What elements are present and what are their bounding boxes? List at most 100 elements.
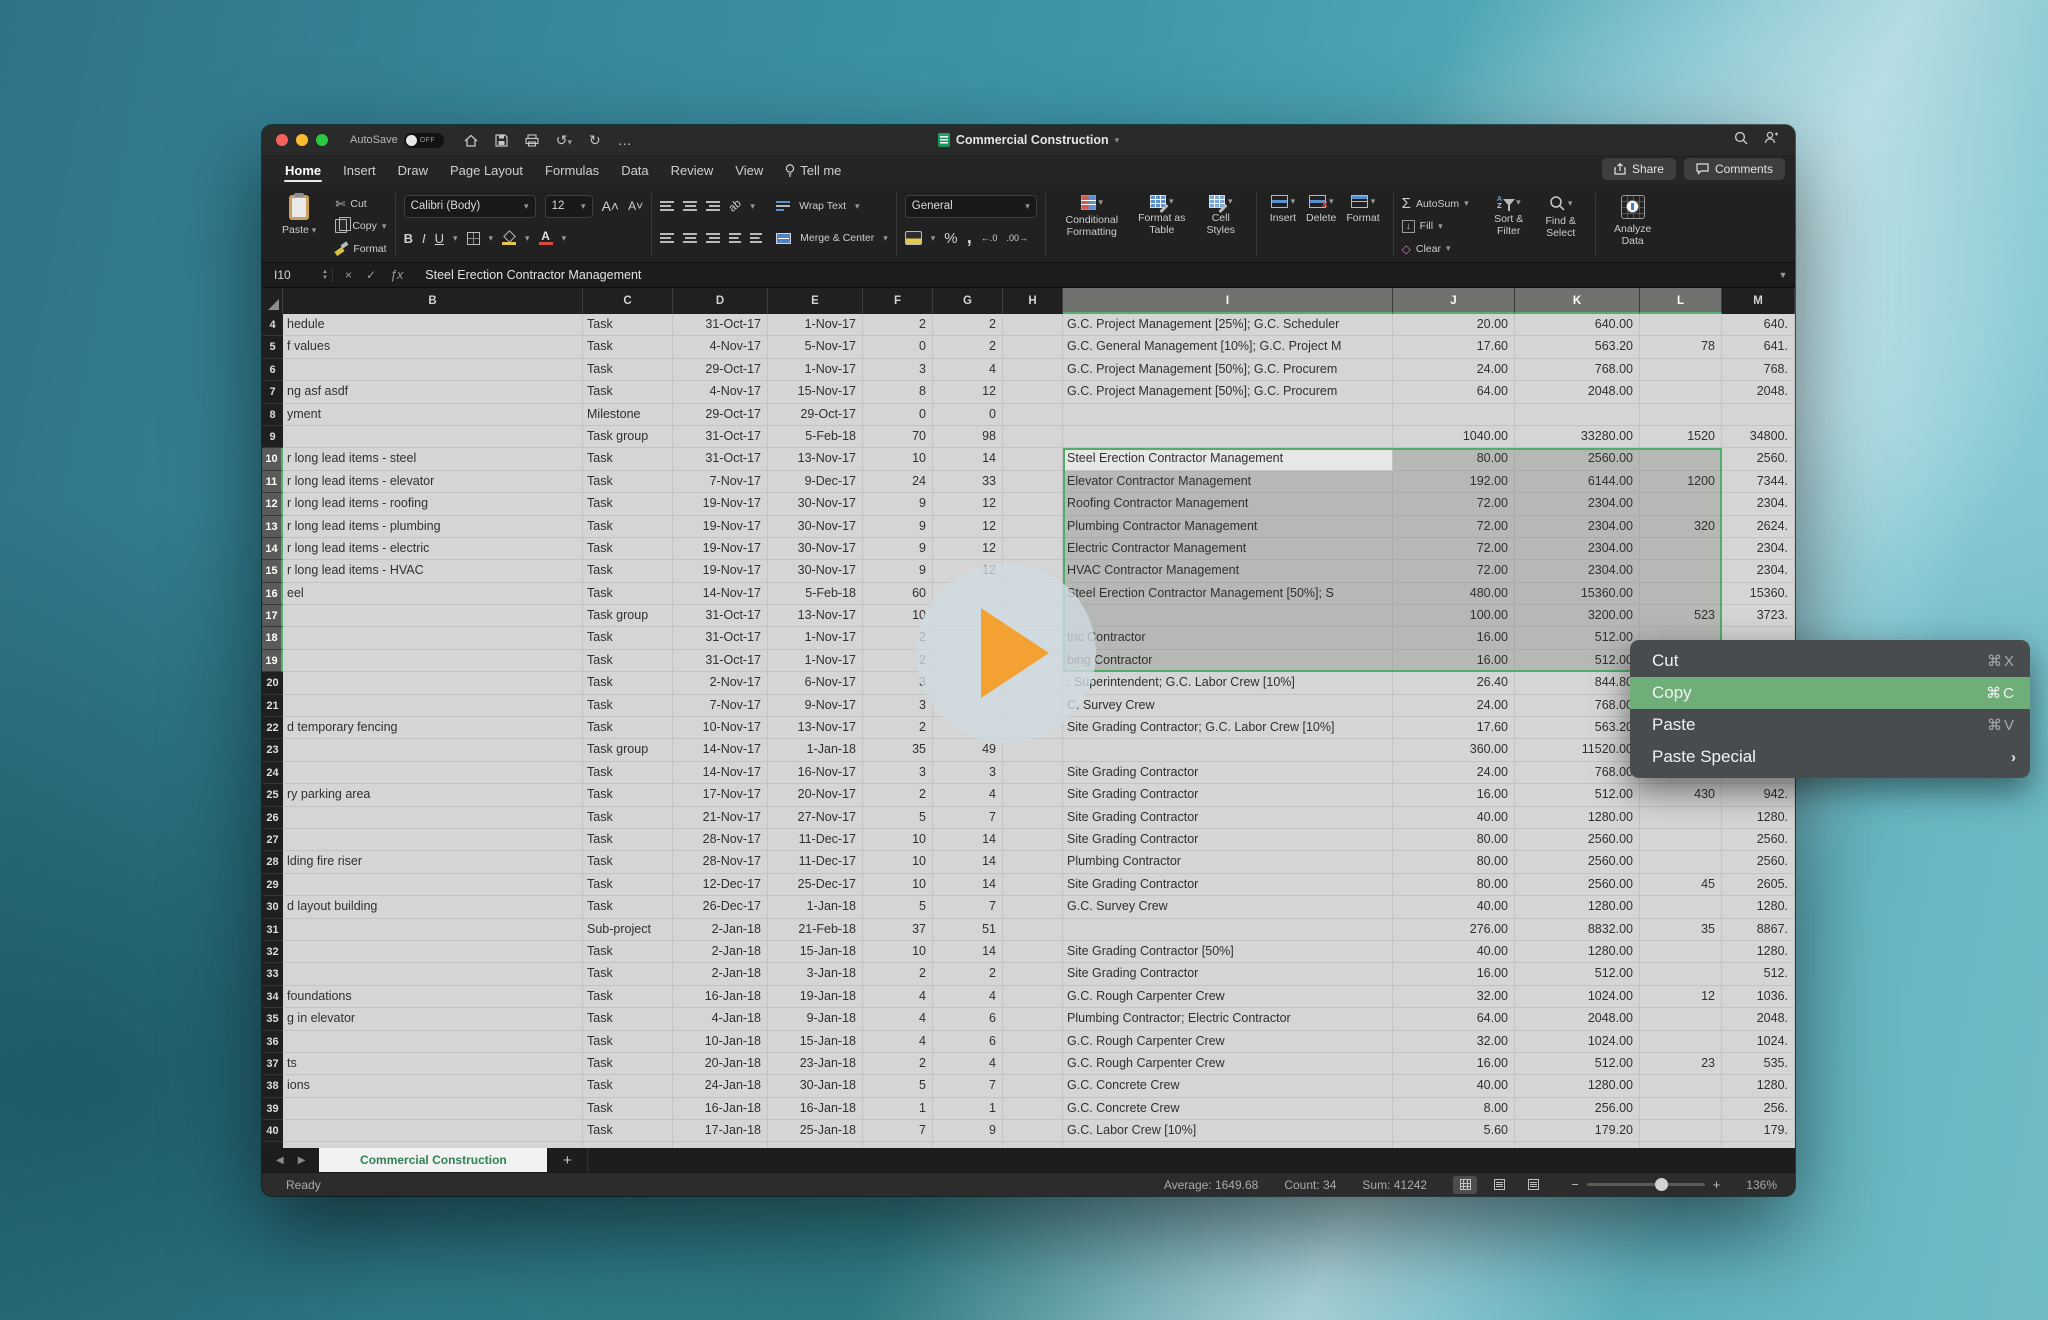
cell-K10[interactable]: 2560.00: [1515, 448, 1640, 470]
row-header-12[interactable]: 12: [262, 493, 283, 515]
cell-E6[interactable]: 1-Nov-17: [768, 359, 863, 381]
cell-K17[interactable]: 3200.00: [1515, 605, 1640, 627]
cell-G6[interactable]: 4: [933, 359, 1003, 381]
cell-H25[interactable]: [1003, 784, 1063, 806]
cell-C29[interactable]: Task: [583, 874, 673, 896]
cell-D17[interactable]: 31-Oct-17: [673, 605, 768, 627]
cell-M36[interactable]: 1024.: [1722, 1031, 1795, 1053]
row-header-35[interactable]: 35: [262, 1008, 283, 1030]
prev-sheet-icon[interactable]: ◀: [276, 1155, 284, 1166]
cell-M30[interactable]: 1280.: [1722, 896, 1795, 918]
cell-C24[interactable]: Task: [583, 762, 673, 784]
autosave-toggle[interactable]: OFF: [404, 133, 444, 148]
tab-review[interactable]: Review: [660, 157, 725, 185]
cell-B6[interactable]: [283, 359, 583, 381]
cell-F35[interactable]: 4: [863, 1008, 933, 1030]
cell-L15[interactable]: [1640, 560, 1722, 582]
cell-C17[interactable]: Task group: [583, 605, 673, 627]
column-header-L[interactable]: L: [1640, 288, 1722, 314]
cell-K28[interactable]: 2560.00: [1515, 851, 1640, 873]
cell-K15[interactable]: 2304.00: [1515, 560, 1640, 582]
column-header-B[interactable]: B: [283, 288, 583, 314]
cell-I28[interactable]: Plumbing Contractor: [1063, 851, 1393, 873]
cell-M33[interactable]: 512.: [1722, 963, 1795, 985]
cell-K6[interactable]: 768.00: [1515, 359, 1640, 381]
cell-K19[interactable]: 512.00: [1515, 650, 1640, 672]
minimize-window-button[interactable]: [296, 134, 308, 146]
cut-button[interactable]: ✄Cut: [335, 194, 386, 213]
cell-L38[interactable]: [1640, 1075, 1722, 1097]
cell-E15[interactable]: 30-Nov-17: [768, 560, 863, 582]
cell-D10[interactable]: 31-Oct-17: [673, 448, 768, 470]
cell-D36[interactable]: 10-Jan-18: [673, 1031, 768, 1053]
cell-K40[interactable]: 179.20: [1515, 1120, 1640, 1142]
column-header-G[interactable]: G: [933, 288, 1003, 314]
row-header-4[interactable]: 4: [262, 314, 283, 336]
cell-I21[interactable]: C. Survey Crew: [1063, 695, 1393, 717]
cell-H33[interactable]: [1003, 963, 1063, 985]
row-header-36[interactable]: 36: [262, 1031, 283, 1053]
row-header-17[interactable]: 17: [262, 605, 283, 627]
cell-J28[interactable]: 80.00: [1393, 851, 1515, 873]
cell-J8[interactable]: [1393, 404, 1515, 426]
cell-D33[interactable]: 2-Jan-18: [673, 963, 768, 985]
analyze-data-button[interactable]: Analyze Data: [1604, 193, 1662, 249]
cell-J40[interactable]: 5.60: [1393, 1120, 1515, 1142]
column-header-E[interactable]: E: [768, 288, 863, 314]
cell-K24[interactable]: 768.00: [1515, 762, 1640, 784]
cell-C28[interactable]: Task: [583, 851, 673, 873]
cell-I32[interactable]: Site Grading Contractor [50%]: [1063, 941, 1393, 963]
column-header-K[interactable]: K: [1515, 288, 1640, 314]
cell-B35[interactable]: g in elevator: [283, 1008, 583, 1030]
cell-G10[interactable]: 14: [933, 448, 1003, 470]
cell-L7[interactable]: [1640, 381, 1722, 403]
cell-M32[interactable]: 1280.: [1722, 941, 1795, 963]
cell-G13[interactable]: 12: [933, 516, 1003, 538]
cell-M26[interactable]: 1280.: [1722, 807, 1795, 829]
cell-M6[interactable]: 768.: [1722, 359, 1795, 381]
share-button[interactable]: Share: [1602, 158, 1676, 180]
cell-E8[interactable]: 29-Oct-17: [768, 404, 863, 426]
conditional-formatting-button[interactable]: ▾ Conditional Formatting: [1054, 193, 1130, 240]
cell-C6[interactable]: Task: [583, 359, 673, 381]
cell-G8[interactable]: 0: [933, 404, 1003, 426]
cell-M34[interactable]: 1036.: [1722, 986, 1795, 1008]
cell-F25[interactable]: 2: [863, 784, 933, 806]
cell-B5[interactable]: f values: [283, 336, 583, 358]
cell-K35[interactable]: 2048.00: [1515, 1008, 1640, 1030]
cell-L26[interactable]: [1640, 807, 1722, 829]
cell-D11[interactable]: 7-Nov-17: [673, 471, 768, 493]
cell-I36[interactable]: G.C. Rough Carpenter Crew: [1063, 1031, 1393, 1053]
cell-E14[interactable]: 30-Nov-17: [768, 538, 863, 560]
cell-J18[interactable]: 16.00: [1393, 627, 1515, 649]
search-icon[interactable]: [1734, 131, 1748, 150]
cell-L6[interactable]: [1640, 359, 1722, 381]
cell-B37[interactable]: ts: [283, 1053, 583, 1075]
cell-I11[interactable]: Elevator Contractor Management: [1063, 471, 1393, 493]
italic-button[interactable]: I: [422, 231, 426, 246]
fill-color-icon[interactable]: [502, 232, 516, 245]
cell-G39[interactable]: 1: [933, 1098, 1003, 1120]
cell-B13[interactable]: r long lead items - plumbing: [283, 516, 583, 538]
cell-G12[interactable]: 12: [933, 493, 1003, 515]
cell-J27[interactable]: 80.00: [1393, 829, 1515, 851]
cell-E7[interactable]: 15-Nov-17: [768, 381, 863, 403]
cell-F24[interactable]: 3: [863, 762, 933, 784]
cell-L9[interactable]: 1520: [1640, 426, 1722, 448]
cell-H10[interactable]: [1003, 448, 1063, 470]
cell-G23[interactable]: 49: [933, 739, 1003, 761]
cell-M35[interactable]: 2048.: [1722, 1008, 1795, 1030]
row-header-7[interactable]: 7: [262, 381, 283, 403]
cell-M8[interactable]: [1722, 404, 1795, 426]
cell-D16[interactable]: 14-Nov-17: [673, 583, 768, 605]
cell-F11[interactable]: 24: [863, 471, 933, 493]
cell-B30[interactable]: d layout building: [283, 896, 583, 918]
cell-D5[interactable]: 4-Nov-17: [673, 336, 768, 358]
row-header-34[interactable]: 34: [262, 986, 283, 1008]
cell-J24[interactable]: 24.00: [1393, 762, 1515, 784]
cell-M7[interactable]: 2048.: [1722, 381, 1795, 403]
cell-B24[interactable]: [283, 762, 583, 784]
align-top-icon[interactable]: [660, 201, 674, 211]
cell-H32[interactable]: [1003, 941, 1063, 963]
cell-F15[interactable]: 9: [863, 560, 933, 582]
